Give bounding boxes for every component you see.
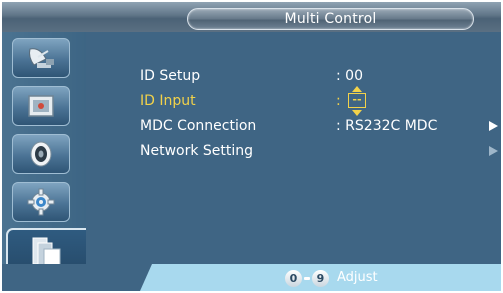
menu-row-value: : RS232C MDC [336,118,438,134]
menu-row-value-prefix: : [336,93,341,109]
menu-row-label: Network Setting [140,143,254,159]
title-bar: Multi Control [2,2,501,32]
menu-row-label: ID Setup [140,68,201,84]
range-dash-icon [304,276,310,280]
increase-arrow-icon [352,86,362,92]
id-input-value[interactable]: : -- [336,86,366,116]
menu-row-value: : 00 [336,68,363,84]
menu-row-id-input[interactable]: ID Input : -- [140,86,500,116]
adjust-label: Adjust [337,270,378,285]
osd-window: Multi Control ID Setup: 00 ID Input: -… [2,2,501,291]
sidebar [2,32,86,281]
speaker-icon [30,141,52,167]
menu-row-label: MDC Connection [140,118,257,134]
picture-frame-icon [28,95,54,117]
menu-row-network-setting[interactable]: Network Setting [140,140,500,162]
number-key-9-icon: 9 [312,269,329,287]
sidebar-item-picture[interactable] [12,86,70,126]
satellite-dish-icon [29,48,54,68]
footer-bar: 0 9 Adjust [2,264,501,291]
id-input-box[interactable]: -- [348,93,366,108]
window-title: Multi Control [187,8,474,30]
footer-tab [2,264,152,291]
menu-row-mdc-connection[interactable]: MDC Connection : RS232C MDC [140,115,500,137]
settings-gear-icon [27,188,55,216]
footer-hint: 0 9 Adjust [285,268,378,288]
number-key-0-icon: 0 [285,269,302,287]
submenu-arrow-icon [489,121,498,131]
menu-panel: ID Setup : 00 ID Input : -- MDC Connecti… [86,32,501,272]
sidebar-item-setup[interactable] [12,182,70,222]
sidebar-item-sound[interactable] [12,134,70,174]
submenu-arrow-icon [489,146,498,156]
menu-row-id-setup[interactable]: ID Setup : 00 [140,65,500,87]
menu-row-label: ID Input [140,93,196,109]
sidebar-item-antenna[interactable] [12,38,70,78]
